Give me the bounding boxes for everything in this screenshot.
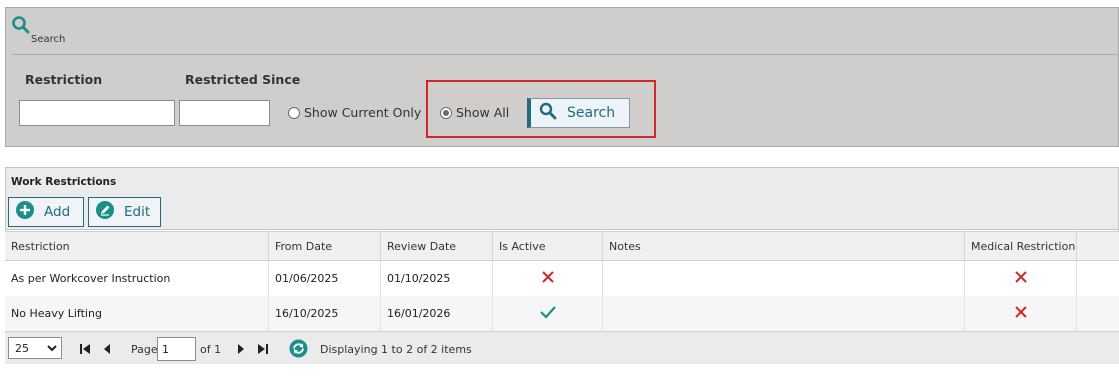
refresh-icon[interactable]: [289, 339, 308, 358]
cell-review-date: 01/10/2025: [381, 261, 493, 296]
page-count-label: of 1: [200, 343, 222, 356]
cross-icon: [1014, 270, 1028, 287]
cell-medical-restriction: [965, 261, 1077, 296]
check-icon: [539, 305, 557, 322]
show-current-only-label: Show Current Only: [304, 105, 422, 120]
add-button-label: Add: [44, 204, 71, 220]
restricted-since-input[interactable]: [179, 100, 270, 126]
cell-from-date: 01/06/2025: [269, 261, 381, 296]
search-header-label: Search: [31, 34, 66, 45]
search-icon: [11, 15, 31, 35]
show-current-only-radio[interactable]: Show Current Only: [288, 105, 421, 120]
search-icon: [539, 102, 557, 124]
cell-from-date: 16/10/2025: [269, 296, 381, 331]
cross-icon: [1014, 305, 1028, 322]
radio-unchecked-icon[interactable]: [288, 106, 300, 119]
page-size-select[interactable]: 25: [8, 337, 62, 359]
restricted-since-label: Restricted Since: [185, 72, 301, 87]
edit-button[interactable]: Edit: [88, 197, 161, 227]
restriction-input[interactable]: [19, 100, 175, 126]
column-header-is-active[interactable]: Is Active: [493, 231, 603, 261]
cell-medical-restriction: [965, 296, 1077, 331]
cell-restriction: No Heavy Lifting: [5, 296, 269, 331]
cell-restriction: As per Workcover Instruction: [5, 261, 269, 296]
previous-page-icon[interactable]: [100, 341, 114, 355]
cell-is-active: [493, 296, 603, 331]
chevron-down-icon: [47, 342, 57, 355]
search-divider: [13, 54, 1117, 55]
grid-title: Work Restrictions: [11, 176, 117, 188]
show-all-label: Show All: [456, 105, 510, 120]
cell-notes: [603, 261, 965, 296]
last-page-icon[interactable]: [256, 341, 270, 355]
grid-toolbar: [5, 167, 1119, 230]
column-header-from-date[interactable]: From Date: [269, 231, 381, 261]
page-number-input[interactable]: 1: [157, 337, 196, 361]
cross-icon: [541, 270, 555, 287]
search-button[interactable]: Search: [527, 98, 630, 128]
column-header-medical-restriction[interactable]: Medical Restriction: [965, 231, 1077, 261]
edit-button-label: Edit: [124, 204, 151, 220]
add-icon: [15, 200, 35, 224]
column-header-notes[interactable]: Notes: [603, 231, 965, 261]
add-button[interactable]: Add: [8, 197, 84, 227]
show-all-radio[interactable]: Show All: [440, 105, 509, 120]
first-page-icon[interactable]: [78, 341, 92, 355]
restriction-label: Restriction: [25, 72, 103, 87]
cell-is-active: [493, 261, 603, 296]
page-size-value: 25: [15, 341, 29, 355]
edit-icon: [95, 200, 115, 224]
cell-review-date: 16/01/2026: [381, 296, 493, 331]
display-info: Displaying 1 to 2 of 2 items: [320, 343, 472, 356]
column-header-restriction[interactable]: Restriction: [5, 231, 269, 261]
page-label: Page: [131, 343, 158, 356]
radio-checked-icon[interactable]: [440, 106, 452, 119]
cell-notes: [603, 296, 965, 331]
column-header-review-date[interactable]: Review Date: [381, 231, 493, 261]
next-page-icon[interactable]: [234, 341, 248, 355]
search-button-label: Search: [567, 105, 616, 121]
